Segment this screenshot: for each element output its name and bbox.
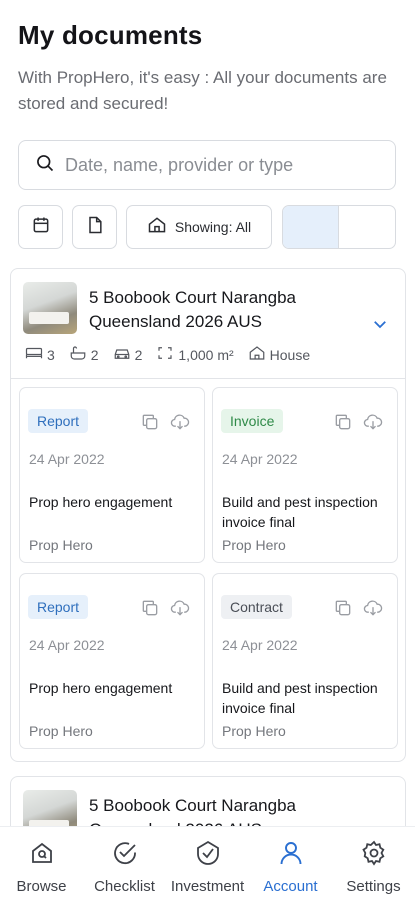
document-date: 24 Apr 2022 [222, 451, 298, 467]
document-actions [323, 412, 383, 432]
cloud-download-icon[interactable] [363, 598, 383, 618]
page-subtitle: With PropHero, it's easy : All your docu… [18, 68, 387, 113]
search-input[interactable] [65, 154, 365, 176]
document-card[interactable]: Report 24 Apr 2022 Prop hero engagement … [19, 387, 205, 563]
cloud-download-icon[interactable] [170, 598, 190, 618]
baths-count: 2 [90, 346, 99, 363]
property-type: House [269, 346, 311, 363]
nav-investment[interactable]: Investment [168, 827, 248, 900]
document-date: 24 Apr 2022 [222, 637, 298, 653]
calendar-icon [31, 215, 51, 240]
copy-icon[interactable] [333, 598, 353, 618]
type-feature: House [248, 345, 310, 364]
area-feature: 1,000 m² [156, 345, 234, 364]
document-name: Prop hero engagement [29, 494, 173, 510]
document-type-badge: Invoice [221, 409, 284, 433]
cars-feature: 2 [113, 345, 143, 364]
check-circle-icon [111, 839, 139, 872]
grid-view-button[interactable] [283, 206, 340, 248]
beds-count: 3 [47, 346, 55, 363]
document-name: Prop hero engagement [29, 680, 173, 696]
document-provider: Prop Hero [29, 537, 93, 553]
type-filter-button[interactable] [72, 205, 117, 249]
document-actions [130, 598, 190, 618]
document-actions [130, 412, 190, 432]
document-type-badge: Report [28, 595, 89, 619]
search-bar[interactable] [18, 140, 396, 190]
property-address: 5 Boobook Court Narangba Queensland 2026… [89, 286, 349, 334]
nav-checklist[interactable]: Checklist [85, 827, 165, 900]
list-view-button[interactable] [339, 206, 395, 248]
copy-icon[interactable] [333, 412, 353, 432]
document-card[interactable]: Contract 24 Apr 2022 Build and pest insp… [212, 573, 398, 749]
cloud-download-icon[interactable] [170, 412, 190, 432]
bed-icon [25, 345, 47, 364]
document-card[interactable]: Report 24 Apr 2022 Prop hero engagement … [19, 573, 205, 749]
area-value: 1,000 m² [178, 346, 234, 363]
nav-account[interactable]: Account [251, 827, 331, 900]
document-actions [323, 598, 383, 618]
search-icon [35, 153, 55, 178]
property-thumbnail [23, 282, 77, 334]
document-provider: Prop Hero [222, 537, 286, 553]
cloud-download-icon[interactable] [363, 412, 383, 432]
property-card: 5 Boobook Court Narangba Queensland 2026… [10, 268, 406, 762]
showing-label: Showing: All [174, 219, 252, 235]
page-title: My documents [18, 20, 203, 50]
beds-feature: 3 [25, 345, 55, 364]
document-provider: Prop Hero [222, 723, 286, 739]
copy-icon[interactable] [140, 598, 160, 618]
filter-toolbar: Showing: All [18, 205, 396, 249]
nav-label: Checklist [94, 878, 155, 895]
copy-icon[interactable] [140, 412, 160, 432]
property-features: 3 2 2 1,000 m² House [25, 345, 324, 364]
document-icon [85, 215, 105, 240]
document-name: Build and pest inspection invoice final [222, 494, 378, 530]
document-type-badge: Report [28, 409, 89, 433]
user-icon [277, 839, 305, 872]
nav-browse[interactable]: Browse [2, 827, 82, 900]
nav-label: Investment [170, 878, 245, 895]
house-icon [147, 215, 167, 240]
address-line-1: 5 Boobook Court Narangba [89, 796, 296, 815]
date-filter-button[interactable] [18, 205, 63, 249]
bottom-nav: Browse Checklist Investment Account Sett… [0, 826, 415, 900]
document-date: 24 Apr 2022 [29, 451, 105, 467]
page-header: My documents With PropHero, it's easy : … [18, 20, 398, 117]
property-filter-button[interactable]: Showing: All [126, 205, 272, 249]
document-type-badge: Contract [221, 595, 292, 619]
address-line-2: Queensland 2026 AUS [89, 312, 262, 331]
house-icon [248, 345, 270, 364]
document-provider: Prop Hero [29, 723, 93, 739]
nav-settings[interactable]: Settings [334, 827, 414, 900]
view-toggle [282, 205, 396, 249]
area-icon [156, 345, 178, 364]
baths-feature: 2 [69, 345, 99, 364]
nav-label: Settings [346, 878, 401, 895]
property-header[interactable]: 5 Boobook Court Narangba Queensland 2026… [11, 269, 405, 379]
home-icon [28, 839, 56, 872]
cars-count: 2 [134, 346, 143, 363]
car-icon [113, 345, 135, 364]
address-line-1: 5 Boobook Court Narangba [89, 288, 296, 307]
nav-label: Browse [16, 878, 67, 895]
chevron-down-icon[interactable] [371, 315, 389, 333]
shield-check-icon [194, 839, 222, 872]
document-card[interactable]: Invoice 24 Apr 2022 Build and pest inspe… [212, 387, 398, 563]
gear-icon [360, 839, 388, 872]
document-date: 24 Apr 2022 [29, 637, 105, 653]
nav-label: Account [263, 878, 318, 895]
bath-icon [69, 345, 91, 364]
document-name: Build and pest inspection invoice final [222, 680, 378, 716]
